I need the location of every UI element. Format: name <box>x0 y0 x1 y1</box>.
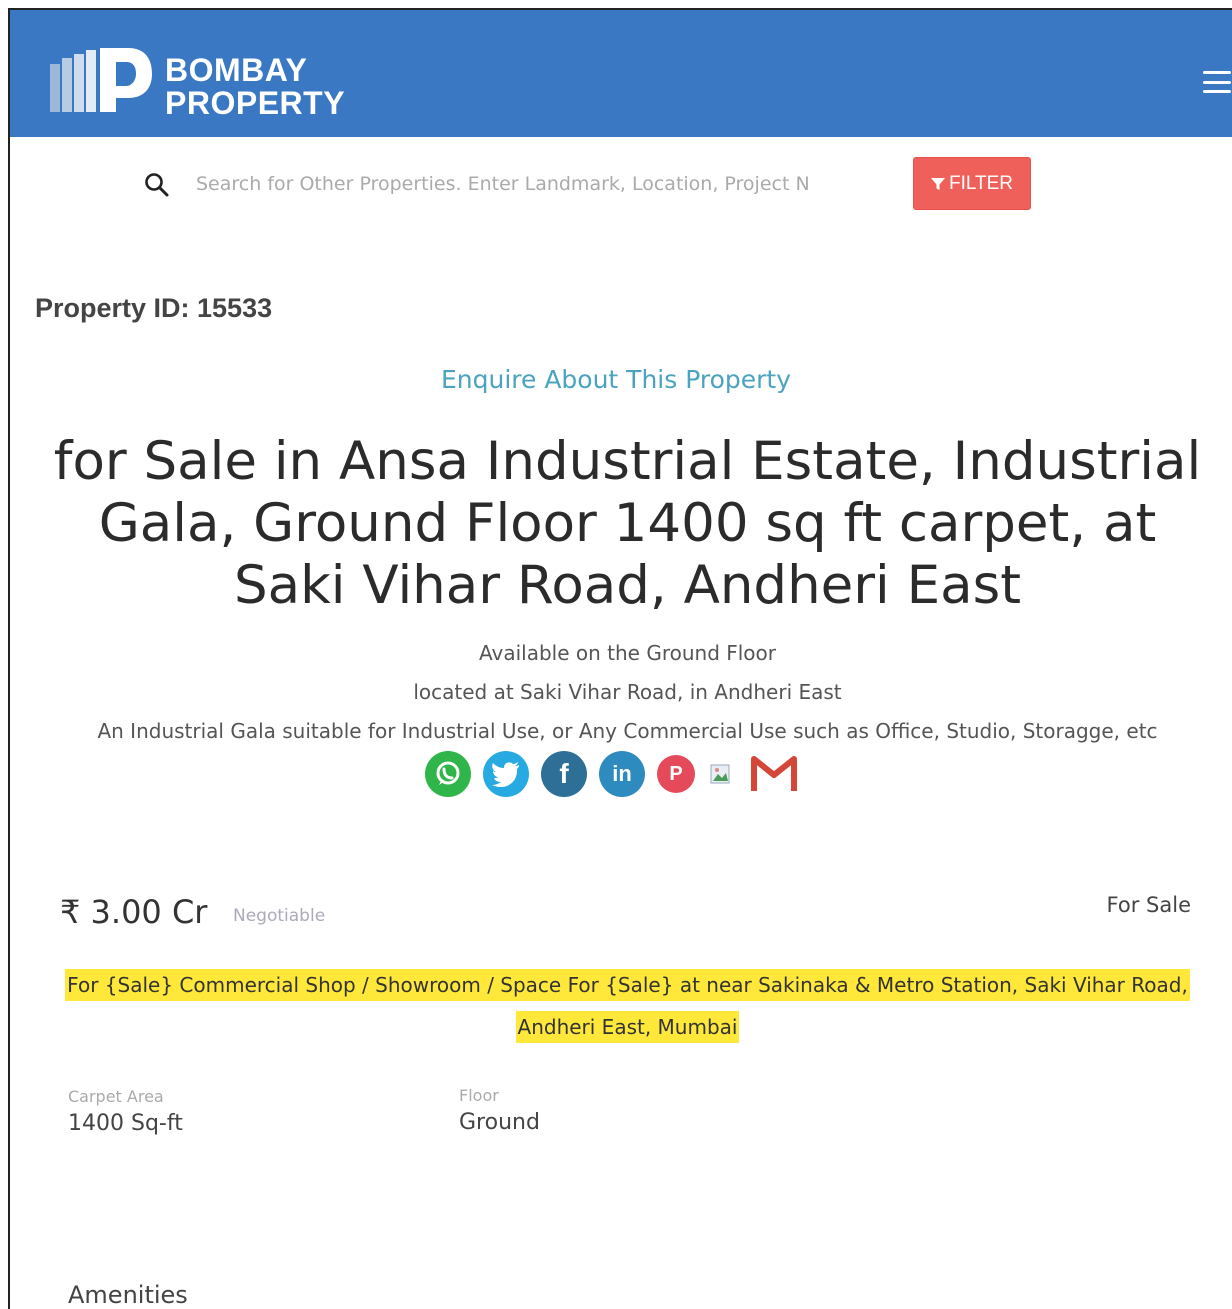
funnel-icon <box>930 177 945 190</box>
negotiable-tag: Negotiable <box>233 906 326 926</box>
twitter-icon[interactable] <box>483 751 529 797</box>
share-buttons: f in P <box>425 751 799 797</box>
pinterest-icon[interactable]: P <box>657 755 695 793</box>
desc-location: located at Saki Vihar Road, in Andheri E… <box>413 680 842 704</box>
facebook-icon[interactable]: f <box>541 751 587 797</box>
highlight-text: For {Sale} Commercial Shop / Showroom / … <box>40 964 1215 1048</box>
floor-value: Ground <box>459 1110 540 1135</box>
search-input[interactable] <box>188 166 848 202</box>
filter-label: FILTER <box>948 172 1014 194</box>
search-icon <box>145 173 169 197</box>
listing-status: For Sale <box>1106 893 1191 917</box>
highlight-line-2: Andheri East, Mumbai <box>515 1011 740 1043</box>
brand-line-1: BOMBAY <box>165 52 308 88</box>
carpet-area-value: 1400 Sq-ft <box>68 1111 183 1136</box>
brand-line-2: PROPERTY <box>165 85 346 121</box>
carpet-area-label: Carpet Area <box>68 1087 164 1106</box>
property-title: for Sale in Ansa Industrial Estate, Indu… <box>53 431 1202 616</box>
top-navbar: BOMBAY PROPERTY <box>10 10 1232 137</box>
enquire-link[interactable]: Enquire About This Property <box>0 365 1232 394</box>
whatsapp-icon[interactable] <box>425 751 471 797</box>
logo-icon[interactable] <box>50 46 154 118</box>
desc-usage: An Industrial Gala suitable for Industri… <box>97 719 1158 743</box>
broken-image-icon[interactable] <box>707 759 737 789</box>
price: ₹ 3.00 Cr <box>60 893 208 931</box>
filter-button[interactable]: FILTER <box>913 157 1031 210</box>
hamburger-icon[interactable] <box>1203 71 1231 93</box>
highlight-line-1: For {Sale} Commercial Shop / Showroom / … <box>65 969 1190 1001</box>
brand-name[interactable]: BOMBAY PROPERTY <box>165 54 345 120</box>
amenities-heading: Amenities <box>68 1281 188 1309</box>
linkedin-icon[interactable]: in <box>599 751 645 797</box>
desc-floor: Available on the Ground Floor <box>478 641 776 665</box>
property-id: Property ID: 15533 <box>35 293 273 323</box>
gmail-icon[interactable] <box>749 751 799 797</box>
floor-label: Floor <box>459 1086 499 1105</box>
